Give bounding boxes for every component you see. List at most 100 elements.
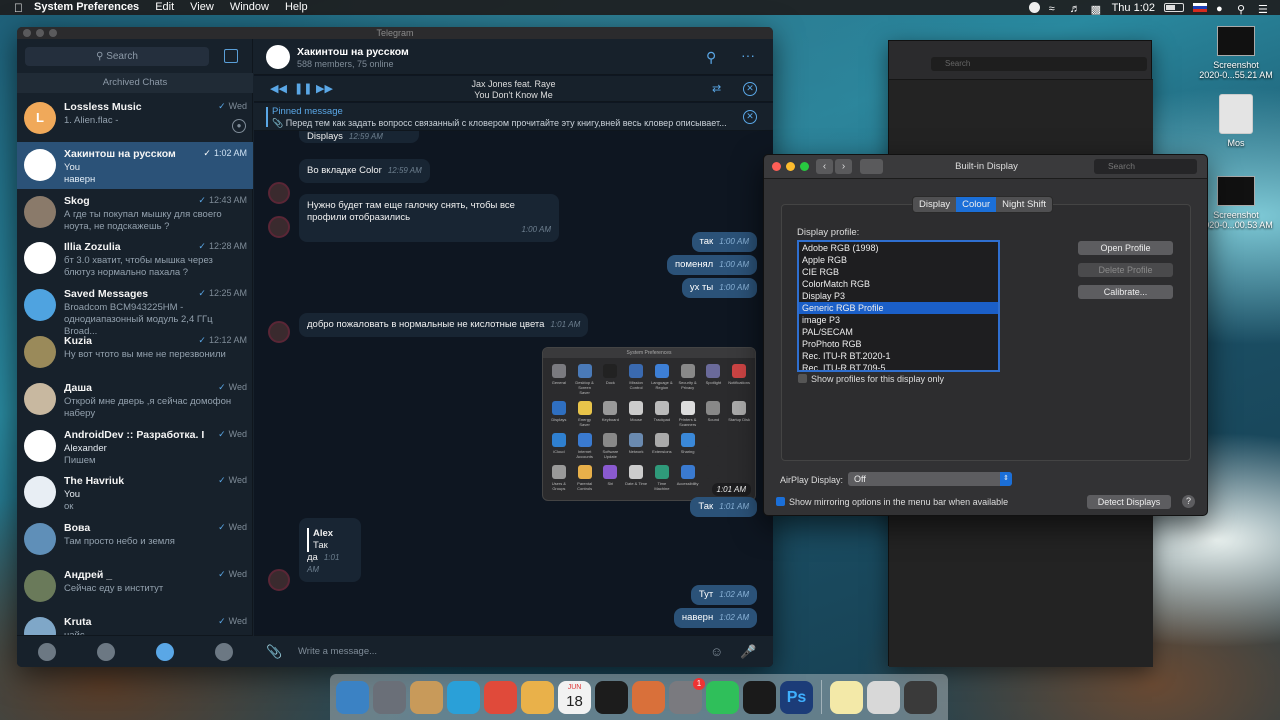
input-source-flag-icon[interactable] [1193, 3, 1207, 12]
settings-gear-icon[interactable] [214, 642, 233, 661]
title-bar[interactable]: Telegram [17, 27, 773, 39]
dock-app-icon[interactable] [595, 680, 628, 714]
desktop-file-screenshot-1[interactable]: Screenshot 2020-0...55.21 AM [1196, 26, 1276, 80]
detect-displays-button[interactable]: Detect Displays [1087, 495, 1171, 509]
message-input[interactable]: Write a message... [298, 646, 377, 657]
display-profile-list[interactable]: Adobe RGB (1998) Apple RGB CIE RGB ColorMat… [797, 240, 1000, 372]
desktop-file-screenshot-2[interactable]: Screenshot 2020-0...00.53 AM [1196, 176, 1276, 230]
dock-app-icon[interactable] [743, 680, 776, 714]
microphone-icon[interactable]: 🎤 [740, 644, 756, 660]
emoji-icon[interactable]: ☺ [710, 644, 723, 659]
show-profiles-checkbox[interactable]: Show profiles for this display only [798, 374, 944, 384]
checkbox-box[interactable] [798, 374, 807, 383]
tab-display[interactable]: Display [913, 197, 956, 212]
user-avatar[interactable] [268, 182, 290, 204]
volume-icon[interactable]: ♬ [1070, 3, 1082, 15]
tab-colour[interactable]: Colour [956, 197, 997, 212]
dock-app-icon[interactable] [904, 680, 937, 714]
search-icon[interactable]: ⚲ [706, 49, 716, 66]
menu-edit[interactable]: Edit [155, 0, 174, 15]
menu-view[interactable]: View [190, 0, 214, 15]
user-icon[interactable]: ● [1216, 3, 1228, 15]
dock-app-icon[interactable] [336, 680, 369, 714]
user-avatar[interactable] [268, 321, 290, 343]
profile-list-item[interactable]: Apple RGB [799, 254, 998, 266]
delete-profile-button[interactable]: Delete Profile [1078, 263, 1173, 277]
profile-list-item[interactable]: Rec. ITU-R BT.2020-1 [799, 350, 998, 362]
compose-icon[interactable] [224, 49, 238, 63]
close-window-button[interactable] [23, 29, 31, 37]
message-incoming[interactable]: добро пожаловать в нормальные не кислотн… [299, 313, 589, 337]
tab-night-shift[interactable]: Night Shift [996, 197, 1052, 212]
zoom-window-button[interactable] [49, 29, 57, 37]
message-incoming[interactable]: Во вкладке Color 12:59 AM [299, 159, 430, 183]
profile-list-item[interactable]: image P3 [799, 314, 998, 326]
menu-window[interactable]: Window [230, 0, 269, 15]
message-incoming[interactable]: Displays 12:59 AM [299, 131, 419, 143]
status-icon[interactable] [1028, 2, 1040, 13]
user-avatar[interactable] [268, 216, 290, 238]
dock-app-icon[interactable] [484, 680, 517, 714]
clock[interactable]: Thu 1:02 [1112, 2, 1155, 14]
calibrate-button[interactable]: Calibrate... [1078, 285, 1173, 299]
pinned-message[interactable]: Pinned message 📎 Перед тем как задать во… [254, 103, 773, 131]
airplay-display-select[interactable]: Off ⇕ [848, 472, 1012, 486]
dock-app-icon[interactable] [521, 680, 554, 714]
repeat-icon[interactable]: ⇄ [712, 82, 721, 95]
message-reply[interactable]: Alex Так да 1:01 AM [299, 518, 361, 582]
dock-app-icon[interactable] [632, 680, 665, 714]
profile-list-item[interactable]: ProPhoto RGB [799, 338, 998, 350]
chats-icon[interactable] [155, 642, 174, 661]
display-title-bar[interactable]: ‹ › Built-in Display Search [764, 155, 1207, 179]
chat-header[interactable]: Хакинтош на русском 588 members, 75 onli… [254, 39, 773, 75]
screenshot-image-message[interactable]: System Preferences General Desktop & Scre… [542, 347, 756, 501]
chat-list-item[interactable]: Вова ✓ Wed Там просто небо и земля [17, 516, 253, 563]
help-button[interactable]: ? [1182, 495, 1195, 508]
dock-app-icon[interactable]: Ps [780, 680, 813, 714]
search-icon[interactable]: ⚲ [1237, 3, 1249, 16]
dock-app-icon[interactable] [706, 680, 739, 714]
message-outgoing[interactable]: Тут 1:02 AM [690, 585, 757, 605]
mirroring-checkbox[interactable]: Show mirroring options in the menu bar w… [776, 497, 1008, 507]
dock-app-icon[interactable] [830, 680, 863, 714]
more-options-icon[interactable]: ··· [741, 47, 755, 63]
dock-app-icon[interactable]: 1 [669, 677, 705, 714]
calls-icon[interactable] [96, 642, 115, 661]
minimize-window-button[interactable] [36, 29, 44, 37]
profile-list-item[interactable]: CIE RGB [799, 266, 998, 278]
dock-app-icon[interactable] [867, 680, 900, 714]
message-outgoing[interactable]: Так 1:01 AM [690, 497, 757, 517]
group-avatar[interactable] [266, 45, 290, 69]
menu-list-icon[interactable]: ☰ [1258, 3, 1270, 16]
desktop-drive-mos[interactable]: Mos [1196, 94, 1276, 148]
menu-app-name[interactable]: System Preferences [34, 0, 139, 15]
profile-list-item[interactable]: PAL/SECAM [799, 326, 998, 338]
dock-app-icon[interactable] [373, 680, 406, 714]
close-pinned-icon[interactable]: ✕ [743, 110, 757, 124]
archived-chats-button[interactable]: Archived Chats [17, 73, 253, 93]
chat-list-item[interactable]: Андрей _ ✓ Wed Сейчас еду в институт [17, 563, 253, 610]
profile-list-item[interactable]: Generic RGB Profile [799, 302, 998, 314]
search-input[interactable]: ⚲ Search [25, 47, 209, 66]
profile-list-item[interactable]: Rec. ITU-R BT.709-5 [799, 362, 998, 370]
message-outgoing[interactable]: ух ты 1:00 AM [681, 278, 757, 298]
chat-list-item[interactable]: The Havriuk ✓ Wed You ок [17, 469, 253, 516]
dock-app-icon[interactable]: JUN 18 [558, 680, 591, 714]
chat-list-item[interactable]: AndroidDev :: Разработка. It's... ✓WedAle… [17, 423, 253, 470]
chat-list-item[interactable]: Даша ✓ Wed Открой мне дверь ,я сейчас домоф… [17, 376, 253, 423]
chat-list-item[interactable]: Kuzia ✓ 12:12 AM Ну вот чтото вы мне не пер… [17, 329, 253, 376]
chat-list-item[interactable]: Saved Messages ✓ 12:25 AM Broadcom BCM94322… [17, 282, 253, 337]
profile-list-item[interactable]: Adobe RGB (1998) [799, 242, 998, 254]
background-search-field[interactable]: Search [931, 57, 1147, 71]
chat-list-item[interactable]: L Lossless Music ✓ Wed 1. Alien.flac - ● [17, 95, 253, 142]
user-avatar[interactable] [268, 569, 290, 591]
open-profile-button[interactable]: Open Profile [1078, 241, 1173, 255]
dock-app-icon[interactable] [447, 680, 480, 714]
profile-list-item[interactable]: ColorMatch RGB [799, 278, 998, 290]
attach-icon[interactable]: 📎 [266, 644, 282, 660]
wifi-icon[interactable]: ≈ [1049, 3, 1061, 15]
message-incoming[interactable]: Нужно будет там еще галочку снять, чтобы… [299, 194, 559, 242]
preferences-search-input[interactable]: Search [1094, 159, 1197, 174]
checkbox-box[interactable] [776, 497, 785, 506]
battery-icon[interactable] [1164, 3, 1184, 12]
